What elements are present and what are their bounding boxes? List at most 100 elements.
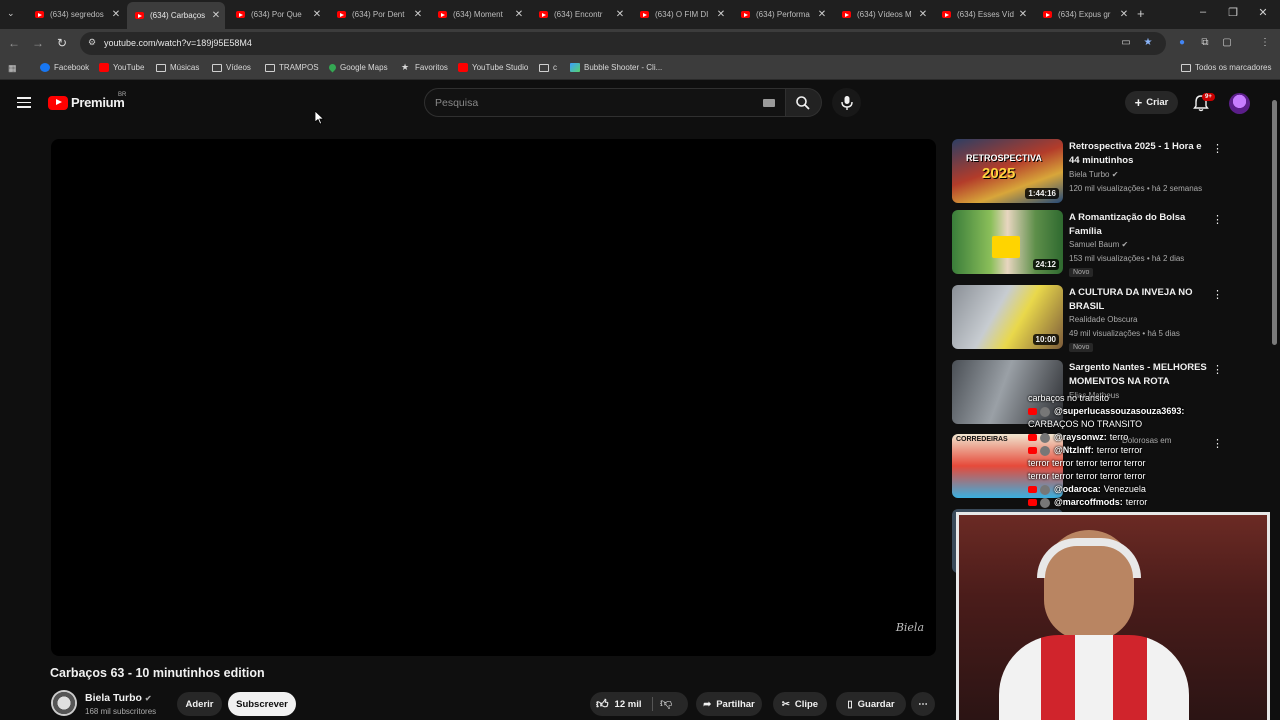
close-tab-icon[interactable]: ✕: [1117, 9, 1131, 20]
browser-tab[interactable]: (634) Vídeos M ✕: [834, 4, 932, 25]
like-dislike-group: 👍︎ 12 mil 👎︎: [590, 692, 688, 716]
back-icon[interactable]: ←: [6, 36, 22, 50]
browser-tab[interactable]: (634) Por Que ✕: [228, 4, 326, 25]
recommended-title[interactable]: Retrospectiva 2025 - 1 Hora e 44 minutin…: [1069, 140, 1209, 168]
browser-tab[interactable]: (634) Encontr ✕: [531, 4, 629, 25]
browser-tab[interactable]: (634) Esses Víd ✕: [934, 4, 1032, 25]
video-player[interactable]: Biela: [51, 139, 936, 656]
bookmark-star-icon[interactable]: ★: [1142, 37, 1154, 49]
youtube-favicon-icon: [640, 11, 649, 18]
voice-search-button[interactable]: [832, 88, 861, 117]
more-vertical-icon[interactable]: ⋮: [1212, 213, 1223, 226]
search-input[interactable]: Pesquisa: [424, 88, 786, 117]
browser-tab[interactable]: (634) Expus gr ✕: [1035, 4, 1133, 25]
youtube-favicon-icon: [942, 11, 951, 18]
url-text[interactable]: youtube.com/watch?v=189j95E58M4: [104, 38, 252, 48]
minimize-icon[interactable]: –: [1195, 6, 1211, 18]
forward-icon[interactable]: →: [30, 36, 46, 50]
channel-watermark: Biela: [895, 621, 924, 634]
address-bar[interactable]: ⚙ youtube.com/watch?v=189j95E58M4 ▭ ★: [80, 32, 1166, 55]
recommended-channel[interactable]: Realidade Obscura: [1069, 315, 1137, 324]
account-avatar[interactable]: [1229, 93, 1250, 114]
browser-tab[interactable]: (634) segredos ✕: [27, 4, 125, 25]
bookmark-folder-musicas[interactable]: Músicas: [156, 63, 199, 72]
create-button[interactable]: + Criar: [1125, 91, 1178, 114]
save-button[interactable]: ▯ Guardar: [836, 692, 906, 716]
close-tab-icon[interactable]: ✕: [916, 9, 930, 20]
like-button[interactable]: 👍︎ 12 mil: [596, 696, 641, 712]
join-button[interactable]: Aderir: [177, 692, 222, 716]
downloads-icon[interactable]: ▢: [1221, 37, 1233, 49]
more-vertical-icon[interactable]: ⋮: [1212, 288, 1223, 301]
close-tab-icon[interactable]: ✕: [109, 9, 123, 20]
reload-icon[interactable]: ↻: [54, 36, 70, 50]
close-tab-icon[interactable]: ✕: [411, 9, 425, 20]
dislike-button[interactable]: 👎︎: [660, 696, 672, 711]
page-scrollbar[interactable]: [1272, 100, 1277, 345]
close-tab-icon[interactable]: ✕: [714, 9, 728, 20]
youtube-favicon-icon: [539, 11, 548, 18]
browser-tab[interactable]: (634) Por Dent ✕: [329, 4, 427, 25]
youtube-favicon-icon: [438, 11, 447, 18]
close-tab-icon[interactable]: ✕: [209, 10, 223, 21]
bookmark-folder-c[interactable]: c: [539, 63, 557, 72]
close-window-icon[interactable]: ✕: [1255, 6, 1271, 19]
recommended-video[interactable]: 10:00 A CULTURA DA INVEJA NO BRASIL Real…: [952, 285, 1223, 352]
extensions-puzzle-icon[interactable]: ⧉: [1199, 37, 1211, 49]
close-tab-icon[interactable]: ✕: [613, 9, 627, 20]
browser-tab[interactable]: (634) Moment ✕: [430, 4, 528, 25]
star-icon: ★: [401, 62, 410, 72]
bookmark-youtube-studio[interactable]: YouTube Studio: [458, 63, 528, 72]
bookmark-folder-favoritos[interactable]: ★ Favoritos: [401, 62, 448, 73]
keyboard-icon[interactable]: [763, 99, 775, 107]
browser-tab[interactable]: (634) O FIM DI ✕: [632, 4, 730, 25]
cast-icon[interactable]: ▭: [1120, 37, 1132, 49]
hamburger-menu-icon[interactable]: [17, 97, 31, 108]
channel-avatar[interactable]: [51, 690, 77, 716]
browser-tab-active[interactable]: (634) Carbaços ✕: [127, 2, 225, 29]
browser-tab[interactable]: (634) Performa ✕: [733, 4, 831, 25]
restore-icon[interactable]: ❐: [1225, 6, 1241, 19]
clip-button[interactable]: ✂ Clipe: [773, 692, 827, 716]
recommended-title[interactable]: A Romantização do Bolsa Família: [1069, 211, 1209, 239]
share-button[interactable]: ➦ Partilhar: [696, 692, 762, 716]
video-thumbnail[interactable]: RETROSPECTIVA 2025 1:44:16: [952, 139, 1063, 203]
tab-search-icon[interactable]: ⌄: [7, 8, 15, 19]
youtube-premium-logo[interactable]: Premium BR: [48, 92, 126, 110]
thumbs-up-icon: 👍︎: [596, 696, 609, 711]
more-menu-icon[interactable]: ⋮: [1259, 37, 1271, 49]
recommended-channel[interactable]: Samuel Baum ✔: [1069, 240, 1128, 249]
recommended-title[interactable]: A CULTURA DA INVEJA NO BRASIL: [1069, 286, 1209, 314]
recommended-video[interactable]: 24:12 A Romantização do Bolsa Família Sa…: [952, 210, 1223, 277]
subscribe-button[interactable]: Subscrever: [228, 692, 296, 716]
site-info-icon[interactable]: ⚙: [88, 37, 96, 48]
recommended-channel[interactable]: Biela Turbo ✔: [1069, 170, 1118, 179]
bookmark-youtube[interactable]: YouTube: [99, 63, 144, 72]
chat-message: terror terror terror terror terror: [1028, 458, 1146, 468]
more-vertical-icon[interactable]: ⋮: [1212, 363, 1223, 376]
recommended-title[interactable]: Sargento Nantes - MELHORES MOMENTOS NA R…: [1069, 361, 1209, 389]
close-tab-icon[interactable]: ✕: [1016, 9, 1030, 20]
search-button[interactable]: [786, 88, 822, 117]
new-tab-button[interactable]: +: [1137, 6, 1145, 21]
bookmark-google-maps[interactable]: Google Maps: [327, 62, 388, 73]
bookmark-folder-videos[interactable]: Vídeos: [212, 63, 251, 72]
youtube-favicon-icon: [35, 11, 44, 18]
extension-icon[interactable]: ●: [1176, 37, 1188, 49]
more-actions-button[interactable]: ⋯: [911, 692, 935, 716]
video-thumbnail[interactable]: 10:00: [952, 285, 1063, 349]
verified-icon: ✔: [1121, 240, 1129, 249]
browser-toolbar: ← → ↻ ⚙ youtube.com/watch?v=189j95E58M4 …: [0, 29, 1280, 78]
bookmark-bubble-shooter[interactable]: Bubble Shooter - Cli...: [570, 63, 662, 72]
close-tab-icon[interactable]: ✕: [512, 9, 526, 20]
bookmark-folder-trampos[interactable]: TRAMPOS: [265, 63, 319, 72]
channel-name[interactable]: Biela Turbo ✔: [85, 692, 152, 704]
close-tab-icon[interactable]: ✕: [815, 9, 829, 20]
close-tab-icon[interactable]: ✕: [310, 9, 324, 20]
more-vertical-icon[interactable]: ⋮: [1212, 142, 1223, 155]
video-thumbnail[interactable]: 24:12: [952, 210, 1063, 274]
bookmark-facebook[interactable]: Facebook: [40, 63, 89, 72]
apps-grid-icon[interactable]: ▦: [8, 63, 17, 74]
recommended-video[interactable]: RETROSPECTIVA 2025 1:44:16 Retrospectiva…: [952, 139, 1223, 205]
all-bookmarks-folder[interactable]: Todos os marcadores: [1181, 63, 1271, 72]
